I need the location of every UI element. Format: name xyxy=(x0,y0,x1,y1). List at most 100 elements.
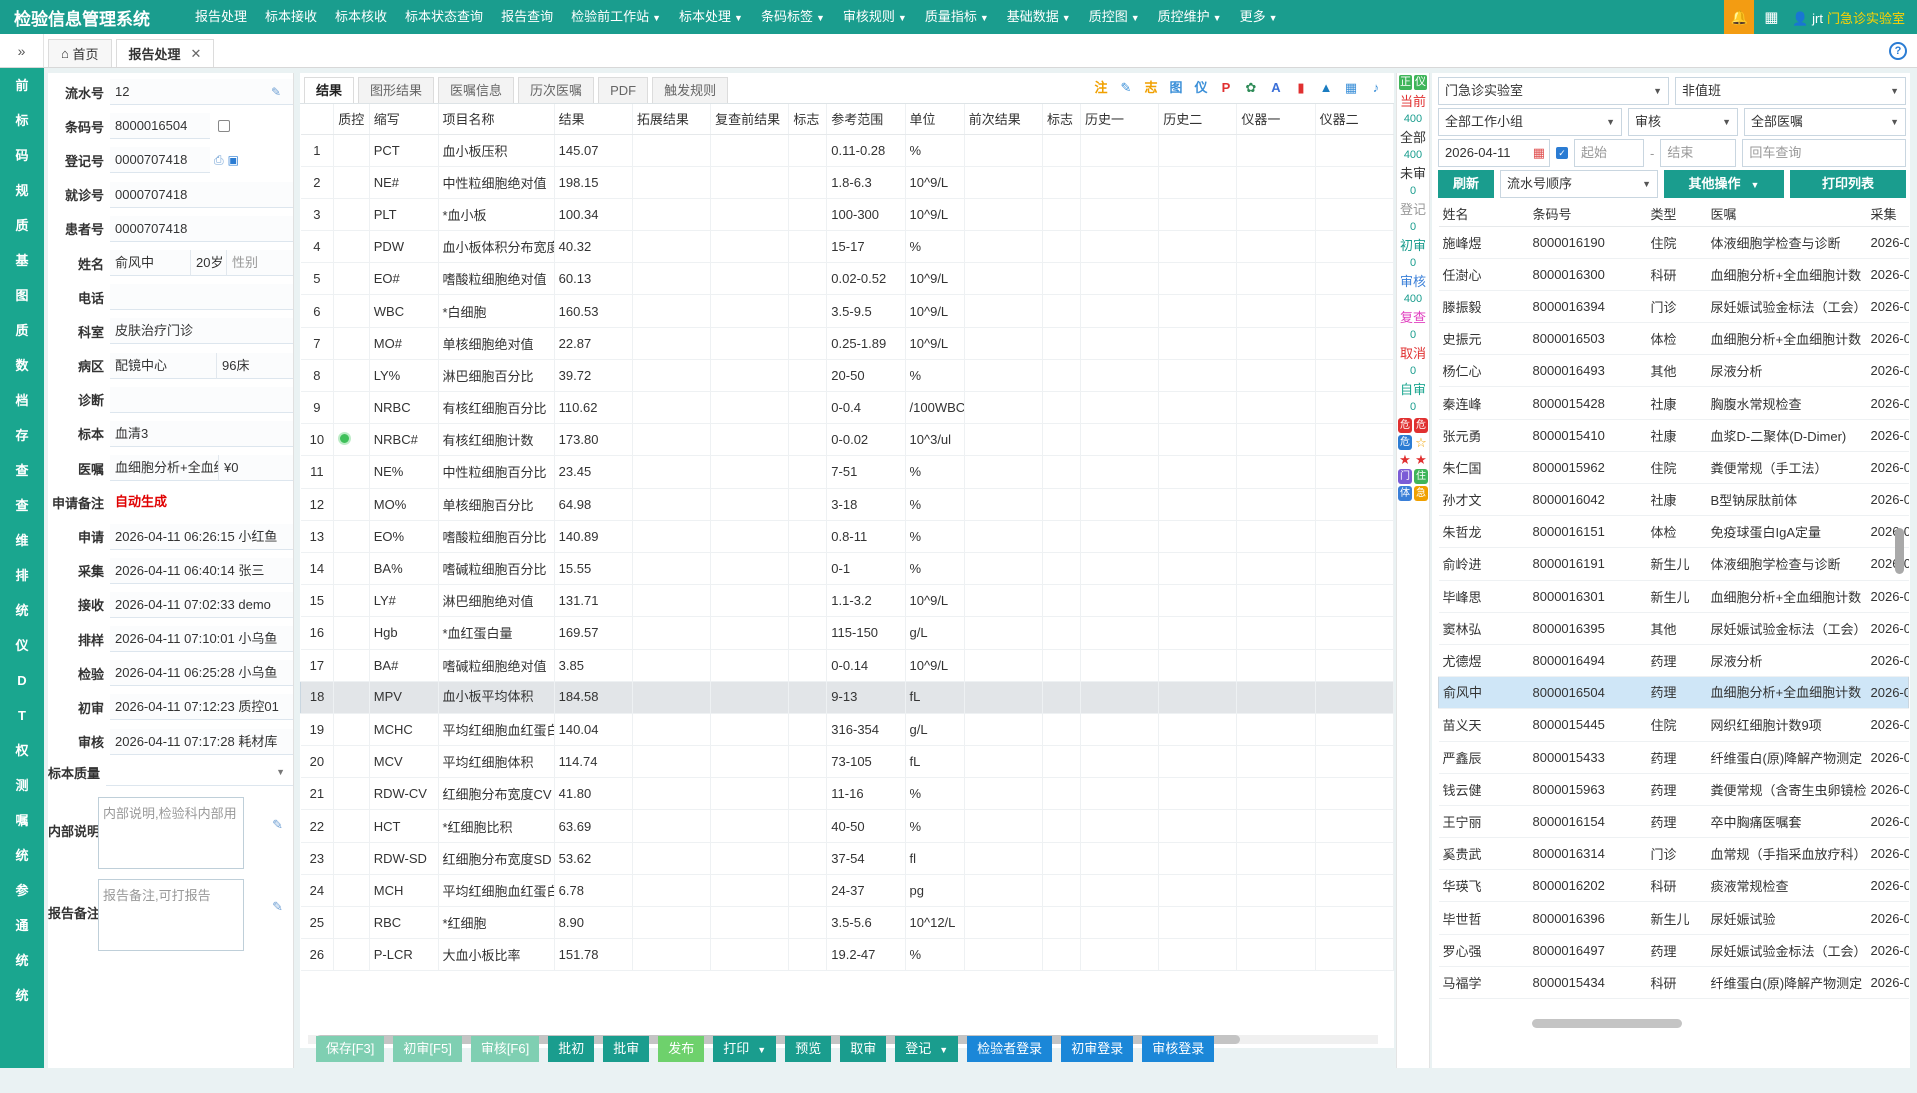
review-button[interactable]: 审核[F6] xyxy=(470,1036,540,1062)
indicator-icon[interactable]: 急 xyxy=(1414,486,1428,501)
edit-icon[interactable]: ✎ xyxy=(272,899,283,915)
result-tab-5[interactable]: 触发规则 xyxy=(652,77,729,103)
table-row[interactable]: 14 BA% 嗜碱粒细胞百分比 15.55 0-1% xyxy=(300,552,1394,586)
list-item[interactable]: 尤德煜 8000016494 药理 尿液分析 2026-0 xyxy=(1438,644,1909,678)
table-row[interactable]: 18 MPV 血小板平均体积 184.58 9-13 fL xyxy=(300,681,1394,714)
edit-icon[interactable]: ✎ xyxy=(271,85,285,99)
date-input[interactable]: 2026-04-11 ▦ xyxy=(1438,139,1550,167)
result-tab-4[interactable]: PDF xyxy=(598,77,649,103)
help-icon[interactable]: ? xyxy=(1889,42,1907,60)
print-list-button[interactable]: 打印列表 xyxy=(1790,170,1906,198)
close-icon[interactable]: ✕ xyxy=(191,46,202,62)
batch-first-review-button[interactable]: 批初 xyxy=(548,1036,595,1062)
indicator-icon[interactable]: ☆ xyxy=(1414,435,1428,450)
list-item[interactable]: 严鑫辰 8000015433 药理 纤维蛋白(原)降解产物测定 2026-0 xyxy=(1438,741,1909,774)
table-row[interactable]: 16 Hgb *血红蛋白量 169.57 115-150 g/L xyxy=(300,616,1394,650)
table-row[interactable]: 12 MO% 单核细胞百分比 64.98 3-18% xyxy=(300,488,1394,521)
horizontal-scrollbar[interactable] xyxy=(1532,1019,1682,1028)
list-item[interactable]: 俞风中 8000016504 药理 血细胞分析+全血细胞计数 2026-0 xyxy=(1438,676,1909,710)
leftnav-item-21[interactable]: 嘱 xyxy=(0,803,44,838)
leftnav-item-5[interactable]: 基 xyxy=(0,243,44,278)
edit-icon[interactable]: ✎ xyxy=(272,817,283,833)
leftnav-item-4[interactable]: 质 xyxy=(0,208,44,243)
name-field[interactable]: 俞风中 xyxy=(110,250,190,277)
indicator-icon[interactable]: 体 xyxy=(1398,486,1412,501)
table-row[interactable]: 24 MCH平均红细胞血红蛋白量6.78 24-37pg xyxy=(300,874,1394,908)
nav-item-5[interactable]: 检验前工作站 ▼ xyxy=(562,0,670,34)
dept-field[interactable]: 皮肤治疗门诊 xyxy=(110,318,293,345)
leftnav-item-0[interactable]: 前 xyxy=(0,68,44,103)
calendar-icon[interactable]: ▦ xyxy=(1533,140,1545,166)
print-button[interactable]: 打印 ▼ xyxy=(713,1036,777,1062)
list-item[interactable]: 任澍心 8000016300 科研 血细胞分析+全血细胞计数 2026-0 xyxy=(1438,258,1909,291)
barcode-field[interactable]: 8000016504 xyxy=(110,113,210,140)
tab-home[interactable]: ⌂ 首页 xyxy=(48,39,112,67)
list-item[interactable]: 史振元 8000016503 体检 血细胞分析+全血细胞计数 2026-0 xyxy=(1438,322,1909,356)
nav-item-8[interactable]: 审核规则 ▼ xyxy=(834,0,916,34)
indicator-icon[interactable]: 住 xyxy=(1414,469,1428,484)
nav-item-7[interactable]: 条码标签 ▼ xyxy=(752,0,834,34)
order-field[interactable]: 血细胞分析+全血细胞计数 xyxy=(110,455,218,482)
list-item[interactable]: 窦林弘 8000016395 其他 尿妊娠试验金标法（工会） 2026-0 xyxy=(1438,612,1909,645)
query-input[interactable]: 回车查询 xyxy=(1742,139,1906,167)
regno-field[interactable]: 0000707418 xyxy=(110,147,210,174)
leftnav-item-24[interactable]: 通 xyxy=(0,908,44,943)
indicator-icon[interactable]: 危 xyxy=(1398,418,1412,433)
nav-item-9[interactable]: 质量指标 ▼ xyxy=(916,0,998,34)
phone-field[interactable] xyxy=(110,284,293,311)
leftnav-item-10[interactable]: 存 xyxy=(0,418,44,453)
list-item[interactable]: 钱云健 8000015963 药理 粪便常规（含寄生虫卵镜检） 2026-0 xyxy=(1438,773,1909,806)
note-icon[interactable]: 注 xyxy=(1091,78,1111,98)
leftnav-item-6[interactable]: 图 xyxy=(0,278,44,313)
table-row[interactable]: 3 PLT *血小板 100.34 100-300 10^9/L xyxy=(300,198,1394,232)
leftnav-item-1[interactable]: 标 xyxy=(0,103,44,138)
leftnav-item-22[interactable]: 统 xyxy=(0,838,44,873)
nav-item-0[interactable]: 报告处理 xyxy=(186,0,256,34)
quality-select[interactable] xyxy=(106,760,293,786)
first-review-button[interactable]: 初审[F5] xyxy=(393,1036,462,1062)
log-icon[interactable]: 志 xyxy=(1141,78,1161,98)
pen-icon[interactable]: ✎ xyxy=(1116,78,1136,98)
list-item[interactable]: 王宁丽 8000016154 药理 卒中胸痛医嘱套 2026-0 xyxy=(1438,805,1909,839)
group-select[interactable]: 全部工作小组 ▼ xyxy=(1438,108,1622,136)
table-row[interactable]: 10 NRBC# 有核红细胞计数 173.80 0-0.02 10^3/ul xyxy=(300,423,1394,457)
nav-item-11[interactable]: 质控图 ▼ xyxy=(1080,0,1149,34)
status-filter-2[interactable]: 全部 400 xyxy=(1397,128,1429,164)
print-icon[interactable]: ⎙ xyxy=(214,153,224,168)
table-row[interactable]: 11 NE% 中性粒细胞百分比 23.45 7-51% xyxy=(300,455,1394,489)
refresh-button[interactable]: 刷新 xyxy=(1438,170,1494,198)
table-row[interactable]: 19 MCHC平均红细胞血红蛋白浓度140.04 316-354g/L xyxy=(300,713,1394,747)
table-row[interactable]: 20 MCV 平均红细胞体积 114.74 73-105 fL xyxy=(300,745,1394,779)
status-instrument-toggle[interactable]: 仪 xyxy=(1414,75,1427,90)
result-tab-0[interactable]: 结果 xyxy=(304,77,355,103)
indicator-icon[interactable]: 危 xyxy=(1414,418,1428,433)
result-tab-3[interactable]: 历次医嘱 xyxy=(518,77,595,103)
list-item[interactable]: 罗心强 8000016497 药理 尿妊娠试验金标法（工会） 2026-0 xyxy=(1438,934,1909,967)
leftnav-item-14[interactable]: 排 xyxy=(0,558,44,593)
status-filter-3[interactable]: 未审 0 xyxy=(1397,164,1429,200)
nav-item-10[interactable]: 基础数据 ▼ xyxy=(998,0,1080,34)
table-row[interactable]: 2 NE# 中性粒细胞绝对值 198.15 1.8-6.3 10^9/L xyxy=(300,166,1394,199)
date-checkbox[interactable]: ✓ xyxy=(1556,147,1568,159)
specimen-field[interactable]: 血清3 xyxy=(110,420,293,447)
tester-login-button[interactable]: 检验者登录 xyxy=(967,1036,1053,1062)
table-row[interactable]: 7 MO# 单核细胞绝对值 22.87 0.25-1.89 10^9/L xyxy=(300,327,1394,360)
status-filter-1[interactable]: 当前 400 xyxy=(1397,92,1429,128)
leftnav-item-18[interactable]: T xyxy=(0,698,44,733)
status-filter-7[interactable]: 复查 0 xyxy=(1397,308,1429,344)
list-item[interactable]: 朱哲龙 8000016151 体检 免疫球蛋白IgA定量 2026-0 xyxy=(1438,515,1909,549)
vertical-scrollbar[interactable] xyxy=(1895,528,1904,574)
ward-field[interactable]: 配镜中心 xyxy=(110,352,216,379)
list-item[interactable]: 秦连峰 8000015428 社康 胸腹水常规检查 2026-0 xyxy=(1438,386,1909,420)
leftnav-item-12[interactable]: 查 xyxy=(0,488,44,523)
leftnav-item-2[interactable]: 码 xyxy=(0,138,44,173)
list-item[interactable]: 张元勇 8000015410 社康 血浆D-二聚体(D-Dimer) 2026-0 xyxy=(1438,419,1909,452)
id-card-icon[interactable]: ▣ xyxy=(228,153,239,167)
list-item[interactable]: 华瑛飞 8000016202 科研 痰液常规检查 2026-0 xyxy=(1438,869,1909,903)
list-item[interactable]: 毕峰思 8000016301 新生儿 血细胞分析+全血细胞计数 2026-0 xyxy=(1438,580,1909,613)
lab-select[interactable]: 门急诊实验室 ▼ xyxy=(1438,77,1669,105)
font-icon[interactable]: A xyxy=(1266,78,1286,98)
leftnav-item-19[interactable]: 权 xyxy=(0,733,44,768)
chevron-down-icon[interactable]: ▼ xyxy=(276,767,285,777)
indicator-icon[interactable]: 危 xyxy=(1398,435,1412,450)
